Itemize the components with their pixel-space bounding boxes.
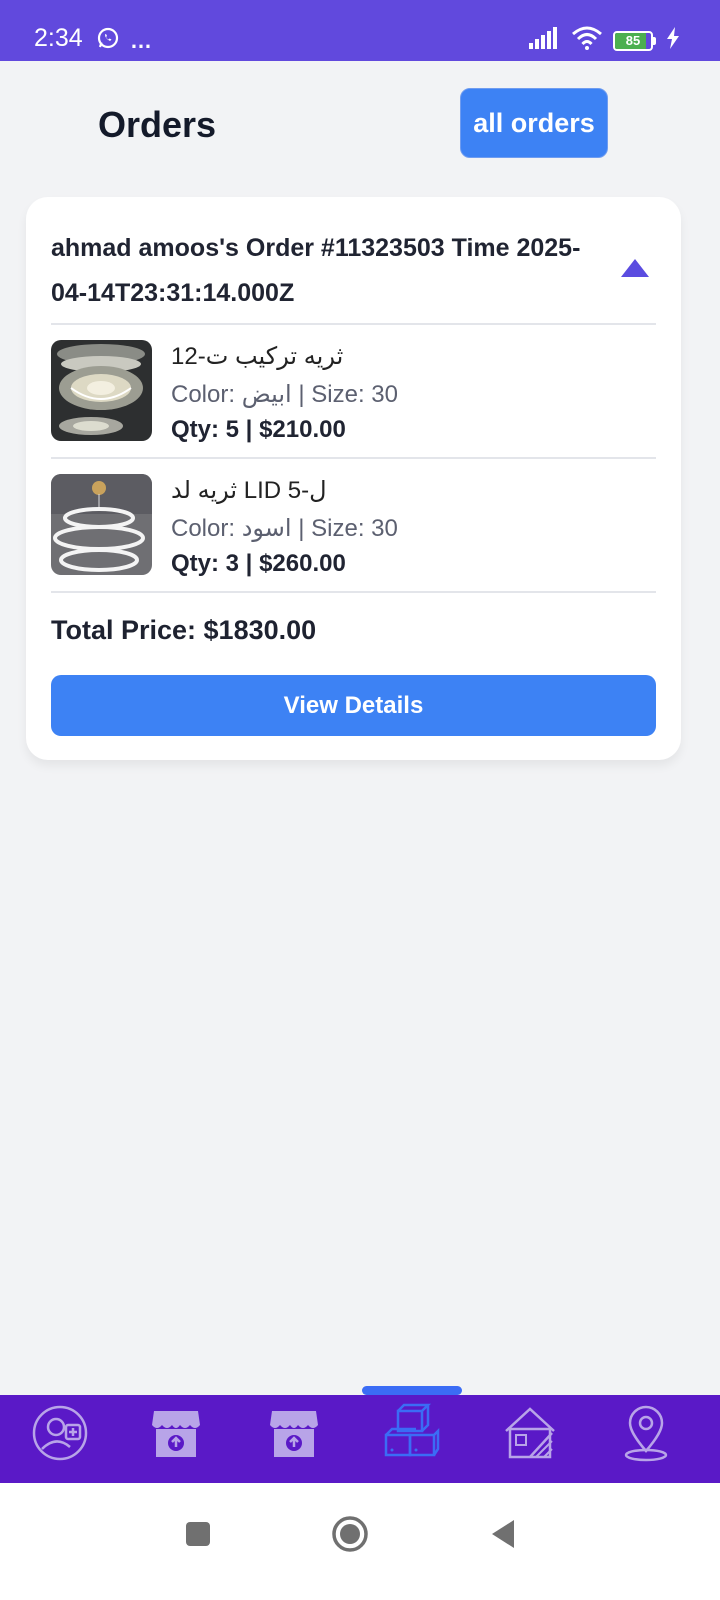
status-system-icons: 85 [529, 26, 680, 55]
collapse-icon[interactable] [619, 257, 651, 279]
status-bar: 2:34 … 85 [0, 0, 720, 61]
item-attributes: Color: اسود | Size: 30 [171, 515, 398, 542]
divider [51, 591, 656, 593]
order-item: ثريه لد LID ل-5 Color: اسود | Size: 30 Q… [51, 458, 656, 592]
item-qty-price: Qty: 5 | $210.00 [171, 416, 346, 443]
back-icon[interactable] [478, 1509, 528, 1559]
bottom-nav [0, 1395, 720, 1483]
more-notifications-icon: … [130, 27, 152, 53]
item-attributes: Color: ابيض | Size: 30 [171, 381, 398, 408]
nav-location-pin-icon[interactable] [616, 1403, 676, 1463]
battery-level: 85 [625, 32, 641, 48]
charging-icon [666, 27, 680, 54]
item-name: ثريه تركيب ت-12 [171, 343, 344, 370]
wifi-icon [571, 26, 603, 55]
order-title[interactable]: ahmad amoos's Order #11323503 Time 2025-… [51, 226, 591, 316]
recent-apps-icon[interactable] [173, 1509, 223, 1559]
item-name: ثريه لد LID ل-5 [171, 477, 327, 504]
order-card: ahmad amoos's Order #11323503 Time 2025-… [26, 197, 681, 760]
system-navigation-bar [0, 1483, 720, 1600]
nav-store-upload-icon[interactable] [146, 1403, 206, 1463]
page-title: Orders [98, 104, 217, 145]
product-image [51, 340, 152, 441]
nav-property-icon[interactable] [500, 1403, 560, 1463]
order-item: ثريه تركيب ت-12 Color: ابيض | Size: 30 Q… [51, 324, 656, 458]
nav-profile-add-icon[interactable] [30, 1403, 90, 1463]
signal-icon [529, 27, 561, 54]
active-tab-indicator [362, 1386, 462, 1395]
nav-boxes-icon[interactable] [382, 1403, 442, 1463]
battery-icon: 85 [613, 30, 656, 51]
item-qty-price: Qty: 3 | $260.00 [171, 550, 346, 577]
home-icon[interactable] [325, 1509, 375, 1559]
product-image [51, 474, 152, 575]
view-details-button[interactable]: View Details [51, 675, 656, 736]
total-price: Total Price: $1830.00 [51, 615, 317, 645]
all-orders-button[interactable]: all orders [460, 88, 608, 158]
status-notification-icons: … [96, 26, 152, 55]
nav-store-upload-icon[interactable] [264, 1403, 324, 1463]
whatsapp-icon [96, 26, 120, 55]
status-time: 2:34 [34, 24, 83, 52]
